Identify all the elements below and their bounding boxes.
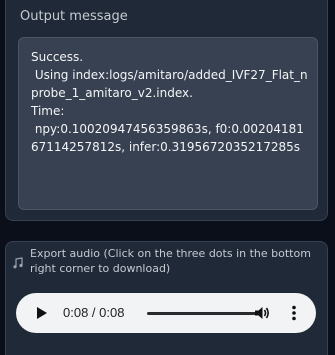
export-audio-block: Export audio (Click on the three dots in… bbox=[5, 241, 328, 355]
more-vertical-icon[interactable] bbox=[284, 303, 304, 323]
export-audio-header: Export audio (Click on the three dots in… bbox=[13, 246, 323, 276]
audio-player[interactable]: 0:08 / 0:08 bbox=[16, 293, 316, 333]
output-message-label: Output message bbox=[20, 9, 128, 24]
audio-time-display: 0:08 / 0:08 bbox=[63, 305, 124, 321]
audio-progress-slider[interactable] bbox=[147, 312, 258, 315]
export-audio-label: Export audio (Click on the three dots in… bbox=[30, 247, 311, 275]
duration: 0:08 bbox=[99, 305, 125, 320]
volume-icon[interactable] bbox=[252, 303, 272, 323]
output-message-block: Output message Success. Using index:logs… bbox=[5, 0, 328, 221]
play-icon[interactable] bbox=[33, 305, 49, 321]
current-time: 0:08 bbox=[63, 305, 89, 320]
time-separator: / bbox=[88, 305, 100, 320]
output-message-textbox[interactable]: Success. Using index:logs/amitaro/added_… bbox=[18, 37, 318, 210]
music-note-icon bbox=[13, 257, 23, 269]
